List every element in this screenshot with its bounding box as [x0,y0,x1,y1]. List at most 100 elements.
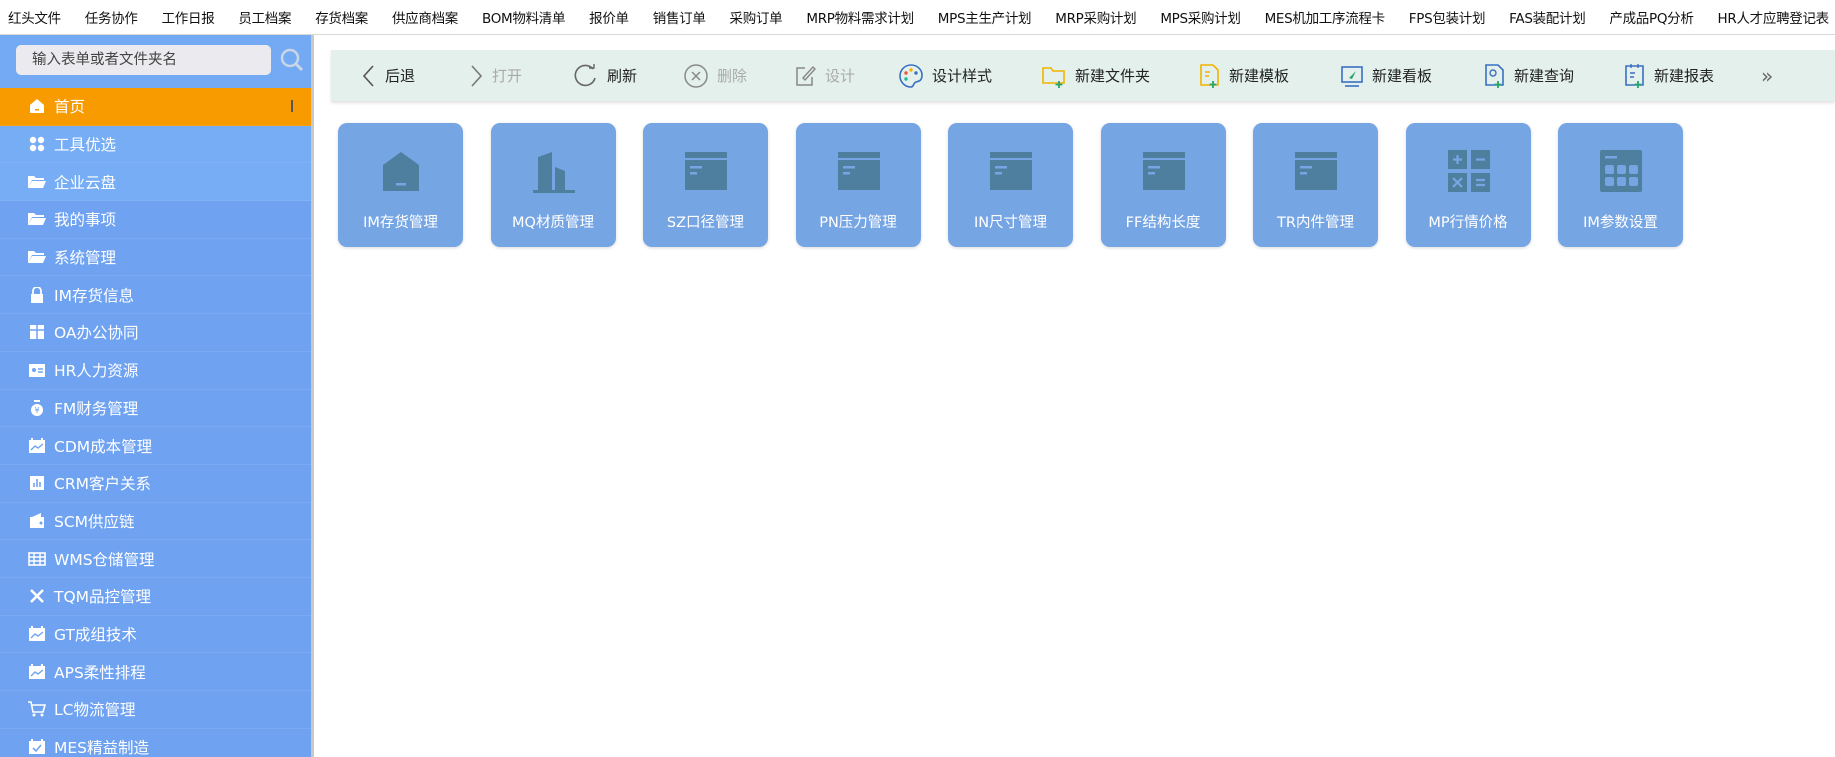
sidebar-item[interactable]: GT成组技术 [0,616,311,654]
sidebar-item[interactable]: OA办公协同 [0,314,311,352]
sidebar-item[interactable]: CRM客户关系 [0,465,311,503]
app-tile[interactable]: TR内件管理 [1253,123,1378,247]
more-button[interactable]: » [1761,50,1773,101]
search-input[interactable] [16,45,271,75]
sidebar-item-label: IM存货信息 [54,286,134,305]
sidebar-item-label: FM财务管理 [54,399,139,418]
sidebar-item-label: 工具优选 [54,136,117,155]
top-menu-item[interactable]: MES机加工序流程卡 [1265,7,1386,27]
back-button[interactable]: 后退 [361,50,415,101]
sidebar-item[interactable]: 企业云盘 [0,163,311,202]
top-menu-item[interactable]: 存货档案 [315,7,368,27]
app-tile[interactable]: IN尺寸管理 [948,123,1073,247]
chevron-right-icon [471,64,483,87]
new-report-button[interactable]: 新建报表 [1624,50,1714,101]
sidebar-item-label: OA办公协同 [54,324,139,343]
new-template-label: 新建模板 [1229,67,1290,85]
delete-button[interactable]: 删除 [683,50,747,101]
active-indicator [291,100,293,112]
open-button[interactable]: 打开 [468,50,522,101]
folder-icon [28,211,46,227]
new-template-button[interactable]: 新建模板 [1199,50,1289,101]
top-menu-item[interactable]: 销售订单 [653,7,706,27]
app-tile[interactable]: SZ口径管理 [643,123,768,247]
app-tile[interactable]: IM参数设置 [1558,123,1683,247]
app-tile[interactable]: MQ材质管理 [490,123,616,247]
sidebar-item[interactable]: MES精益制造 [0,729,311,757]
top-menu-item[interactable]: 工作日报 [162,7,215,27]
top-menu-item[interactable]: 报价单 [589,7,629,27]
new-folder-button[interactable]: 新建文件夹 [1041,50,1150,101]
edit-icon [796,65,816,86]
open-label: 打开 [492,67,523,85]
app-tile[interactable]: IM存货管理 [338,123,463,247]
sidebar-item-label: MES精益制造 [54,739,150,757]
app-tile-label: SZ口径管理 [666,215,745,231]
top-menu-item[interactable]: MPS主生产计划 [938,7,1032,27]
toolbar: 后退 打开 刷新 删除 设计 设计样式 新建文件夹 新建模板 新建看板 新建查询… [331,50,1835,101]
sidebar-item[interactable]: HR人力资源 [0,352,311,390]
top-menu-item[interactable]: HR人才应聘登记表 [1718,7,1830,27]
sidebar-item[interactable]: 首页 [0,88,311,126]
sidebar-item[interactable]: WMS仓储管理 [0,540,311,578]
sidebar-item[interactable]: 我的事项 [0,201,311,239]
sidebar-item[interactable]: SCM供应链 [0,503,311,541]
sidebar-item[interactable]: LC物流管理 [0,691,311,729]
new-query-button[interactable]: 新建查询 [1484,50,1574,101]
new-query-label: 新建查询 [1514,67,1575,85]
top-menu-item[interactable]: FAS装配计划 [1509,7,1586,27]
sidebar-item[interactable]: 系统管理 [0,239,311,277]
refresh-label: 刷新 [607,67,638,85]
app-tile-label: PN压力管理 [819,215,897,231]
top-menu-item[interactable]: 产成品PQ分析 [1609,7,1693,27]
top-menu-item[interactable]: BOM物料清单 [482,7,566,27]
sidebar-item-label: WMS仓储管理 [54,550,155,569]
refresh-button[interactable]: 刷新 [573,50,637,101]
top-menu-item[interactable]: MRP采购计划 [1055,7,1136,27]
home-icon [28,98,46,114]
sidebar-item[interactable]: ¥ FM财务管理 [0,390,311,428]
top-menu-item[interactable]: 员工档案 [238,7,291,27]
app-tile-label: TR内件管理 [1277,215,1354,231]
sidebar-item[interactable]: 工具优选 [0,125,311,164]
new-folder-label: 新建文件夹 [1075,67,1151,85]
top-menu-item[interactable]: 红头文件 [8,7,61,27]
sidebar-item-label: CRM客户关系 [54,475,151,494]
sidebar-item[interactable]: IM存货信息 [0,276,311,315]
back-label: 后退 [385,67,416,85]
lock-icon [28,286,46,303]
top-menu-item[interactable]: MPS采购计划 [1160,7,1241,27]
sidebar-item[interactable]: APS柔性排程 [0,653,311,691]
app-tile[interactable]: PN压力管理 [795,123,921,247]
sidebar-item[interactable]: CDM成本管理 [0,427,311,465]
top-menu-item[interactable]: MRP物料需求计划 [806,7,914,27]
top-menu-item[interactable]: 任务协作 [85,7,138,27]
sidebar: 首页工具优选企业云盘我的事项系统管理 IM存货信息 OA办公协同 HR人力资源 ¥ FM财… [0,35,314,757]
bar-chart-icon [28,475,46,491]
new-board-button[interactable]: 新建看板 [1340,50,1432,101]
sidebar-item-label: HR人力资源 [54,362,139,381]
design-style-label: 设计样式 [932,67,993,85]
table-icon [28,551,46,567]
id-card-icon [28,362,46,378]
chart-calendar-icon [28,663,46,680]
app-tile[interactable]: MP行情价格 [1405,123,1531,247]
calendar-check-icon [28,739,46,755]
sidebar-item-label: 首页 [54,98,86,117]
refresh-icon [574,63,596,86]
sidebar-search [0,35,311,88]
design-style-button[interactable]: 设计样式 [898,50,992,101]
search-icon[interactable] [279,47,305,73]
top-menu-item[interactable]: FPS包装计划 [1409,7,1486,27]
sidebar-item[interactable]: TQM品控管理 [0,578,311,616]
design-button[interactable]: 设计 [793,50,855,101]
palette-icon [899,63,923,88]
app-tile[interactable]: FF结构长度 [1100,123,1226,247]
folder-add-icon [1042,66,1065,88]
top-menu-item[interactable]: 供应商档案 [392,7,458,27]
top-menu-item[interactable]: 采购订单 [730,7,783,27]
sidebar-item-label: CDM成本管理 [54,437,153,456]
sidebar-item-label: LC物流管理 [54,701,136,720]
wallet-icon [28,512,46,529]
tools-icon [28,588,46,604]
